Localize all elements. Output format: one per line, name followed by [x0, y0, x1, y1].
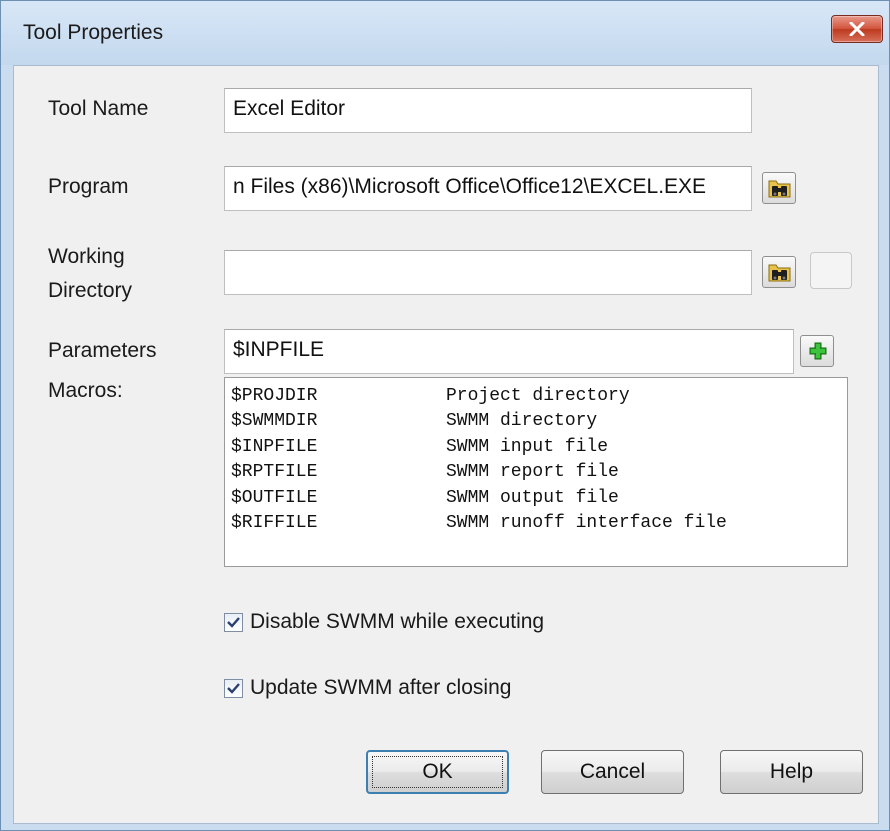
cancel-button[interactable]: Cancel: [541, 750, 684, 794]
macro-name: $SWMMDIR: [231, 411, 318, 432]
window-title: Tool Properties: [23, 21, 164, 44]
tool-name-input[interactable]: Excel Editor: [224, 88, 752, 133]
tool-properties-dialog: Tool Properties Tool Name Excel Editor P…: [0, 0, 890, 831]
macro-row[interactable]: $INPFILE SWMM input file: [231, 435, 847, 460]
macro-name: $INPFILE: [231, 436, 318, 457]
disable-swmm-label[interactable]: Disable SWMM while executing: [250, 608, 544, 636]
macro-name: $OUTFILE: [231, 487, 318, 508]
macro-name: $RPTFILE: [231, 462, 318, 483]
browse-program-button[interactable]: [762, 172, 796, 204]
working-directory-input[interactable]: [224, 250, 752, 295]
cancel-button-label: Cancel: [579, 760, 646, 783]
tool-name-label: Tool Name: [48, 97, 149, 120]
browse-directory-button[interactable]: [762, 256, 796, 288]
title-bar[interactable]: Tool Properties: [1, 1, 889, 65]
binoculars-icon: [768, 180, 791, 198]
focus-rectangle: [372, 756, 503, 788]
macro-row[interactable]: $OUTFILE SWMM output file: [231, 486, 847, 511]
program-input[interactable]: n Files (x86)\Microsoft Office\Office12\…: [224, 166, 752, 211]
help-button[interactable]: Help: [720, 750, 863, 794]
program-label: Program: [48, 175, 129, 198]
working-directory-label-line1: Working: [48, 245, 125, 268]
working-directory-label-line2: Directory: [48, 279, 133, 302]
macros-list[interactable]: $PROJDIR Project directory $SWMMDIR SWMM d…: [224, 377, 848, 567]
parameters-input[interactable]: $INPFILE: [224, 329, 794, 374]
update-swmm-label[interactable]: Update SWMM after closing: [250, 674, 511, 702]
macro-row[interactable]: $RIFFILE SWMM runoff interface file: [231, 511, 847, 536]
disable-swmm-checkbox[interactable]: [224, 613, 243, 632]
checkmark-icon: [227, 683, 240, 694]
ok-button[interactable]: OK: [366, 750, 509, 794]
macro-row[interactable]: $PROJDIR Project directory: [231, 384, 847, 409]
checkmark-icon: [227, 617, 240, 628]
macro-name: $RIFFILE: [231, 512, 318, 533]
dialog-body: Tool Name Excel Editor Program n Files (…: [13, 65, 879, 824]
binoculars-icon: [768, 264, 791, 282]
plus-icon: [809, 342, 827, 360]
macro-description: SWMM input file: [446, 436, 609, 457]
empty-button[interactable]: [810, 252, 852, 289]
close-button[interactable]: [831, 15, 883, 43]
parameters-label: Parameters: [48, 339, 157, 362]
close-icon: [849, 22, 865, 36]
macro-description: SWMM output file: [446, 487, 619, 508]
macro-description: Project directory: [446, 386, 630, 406]
macro-description: SWMM report file: [446, 462, 619, 483]
macro-row[interactable]: $RPTFILE SWMM report file: [231, 460, 847, 485]
macro-description: SWMM directory: [446, 411, 598, 432]
macro-description: SWMM runoff interface file: [446, 512, 727, 533]
macro-name: $PROJDIR: [231, 386, 318, 406]
update-swmm-checkbox[interactable]: [224, 679, 243, 698]
macro-row[interactable]: $SWMMDIR SWMM directory: [231, 409, 847, 434]
help-button-label: Help: [769, 760, 814, 783]
macros-label: Macros:: [48, 379, 123, 402]
add-macro-button[interactable]: [800, 335, 834, 367]
